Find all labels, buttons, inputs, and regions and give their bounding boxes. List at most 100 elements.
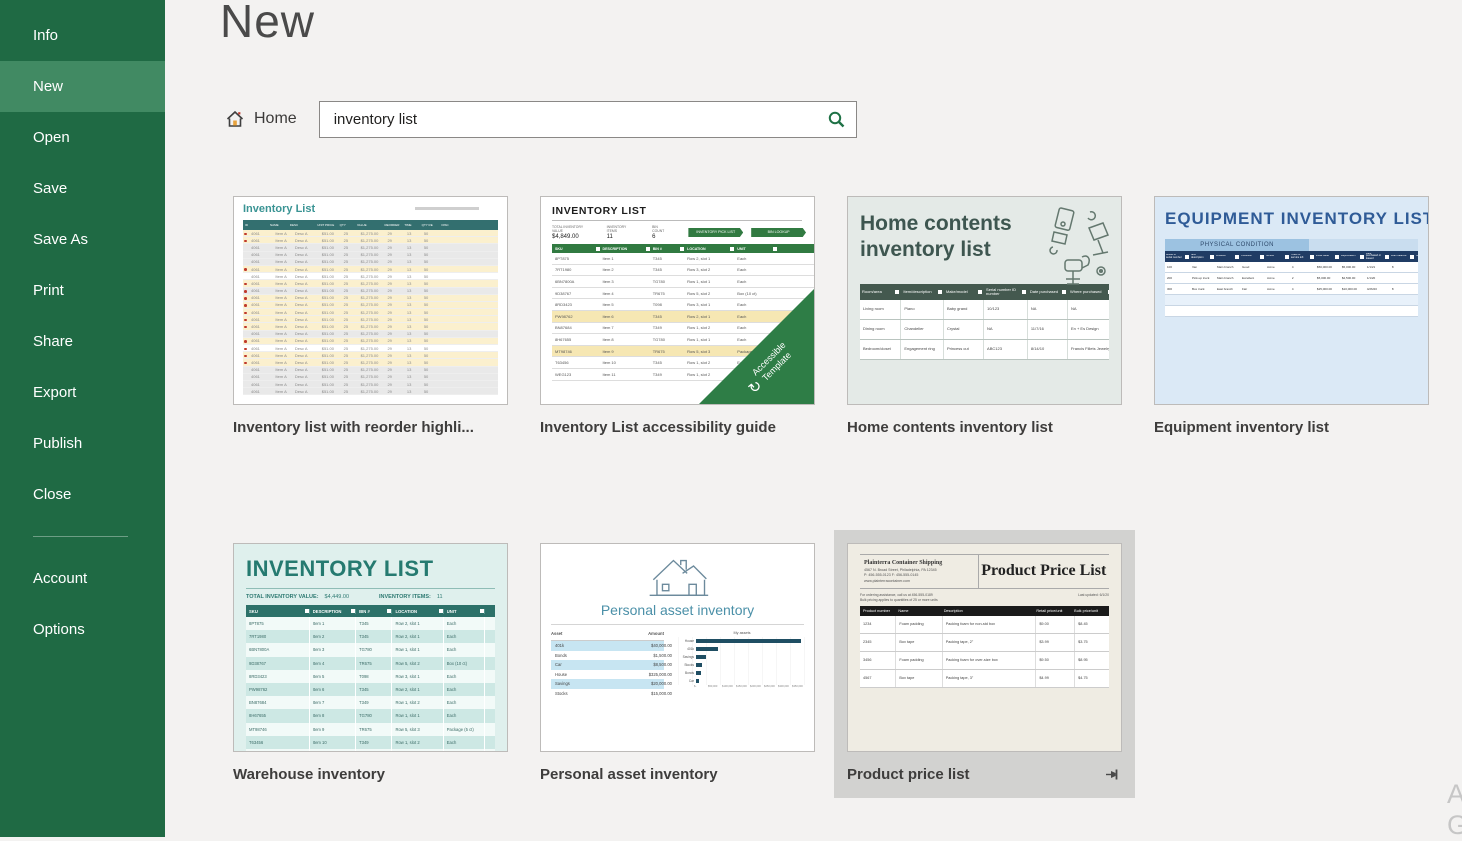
template-card-t5[interactable]: INVENTORY LISTTOTAL INVENTORY VALUE:$4,4… <box>220 530 521 798</box>
chart-bar-label: Bonds <box>678 671 696 675</box>
sidebar-item-close[interactable]: Close <box>0 469 165 520</box>
template-card-t6[interactable]: Personal asset inventoryAssetAmount401k$… <box>527 530 828 798</box>
preview-el: Desc A <box>293 353 320 358</box>
sidebar-item-save[interactable]: Save <box>0 163 165 214</box>
preview-el: 8H67655 <box>246 709 310 722</box>
preview-el: WEG123 <box>246 749 310 752</box>
preview-el: TG780 <box>650 279 684 284</box>
preview-el: Crystal <box>944 320 984 339</box>
preview-el: Each <box>444 643 485 656</box>
data-cell: 401k <box>551 643 606 648</box>
preview-el: $1,275.00 <box>359 302 386 307</box>
preview-empty-row <box>1165 295 1418 306</box>
preview-el: 25 <box>342 302 359 307</box>
preview-el: Baby grand <box>944 300 984 319</box>
preview-el: 4061 <box>249 317 273 322</box>
preview-el: $5,000.00 <box>1340 265 1365 269</box>
chart-bar <box>696 639 801 643</box>
template-caption-row: Personal asset inventory <box>540 763 815 785</box>
preview-el: Foam padding <box>896 616 942 633</box>
template-thumbnail: Home contentsinventory listRoom/areaItem… <box>847 196 1122 405</box>
axis-tick: $150,000 <box>736 685 750 688</box>
preview-stat: TOTAL INVENTORY VALUE:$4,449.00 <box>246 594 349 600</box>
magnifier-icon[interactable] <box>827 110 846 129</box>
filter-icon <box>1410 255 1414 259</box>
preview-table-row: 4061Item ADesc A$51.0025$1,275.00291350 <box>243 367 498 374</box>
chart-title: My assets <box>678 631 806 635</box>
preview-el: $1,275.00 <box>359 274 386 279</box>
reorder-dot <box>244 268 247 271</box>
preview-el: 29 <box>385 389 404 394</box>
preview-el: Item A <box>273 288 292 293</box>
chart-bar-label: Savings <box>678 655 696 659</box>
preview-table-row: 8RD3423Item 5T098Row 3, slot 1Each <box>246 670 495 683</box>
sidebar-item-info[interactable]: Info <box>0 10 165 61</box>
preview-el: Each <box>444 696 485 709</box>
preview-el: TR675 <box>356 657 392 670</box>
preview-el: $1,275.00 <box>359 367 386 372</box>
preview-el: $51.00 <box>320 288 342 293</box>
preview-stat: INVENTORY ITEMS11 <box>607 225 631 240</box>
preview-el: TIME <box>402 223 419 227</box>
preview-el: 50 <box>422 382 441 387</box>
preview-el: 2345 <box>860 634 896 651</box>
sidebar-item-share[interactable]: Share <box>0 316 165 367</box>
preview-el: Desc A <box>293 281 320 286</box>
preview-el: 25 <box>342 338 359 343</box>
preview-el: $51.00 <box>320 374 342 379</box>
preview-el: 29 <box>385 331 404 336</box>
stat-label: BIN COUNT <box>652 225 666 233</box>
search-box <box>319 101 857 138</box>
preview-el: $51.00 <box>320 346 342 351</box>
reorder-dot <box>244 348 247 351</box>
preview-el: 1234 <box>860 616 896 633</box>
template-thumbnail: INVENTORY LISTTOTAL INVENTORY VALUE:$4,4… <box>233 543 508 752</box>
preview-el: 50 <box>422 324 441 329</box>
household-doodle-icons <box>997 205 1115 313</box>
preview-el: 29 <box>385 353 404 358</box>
preview-el: Desc A <box>293 252 320 257</box>
template-caption: Home contents inventory list <box>847 419 1053 436</box>
template-card-t3[interactable]: Home contentsinventory listRoom/areaItem… <box>834 183 1135 451</box>
preview-el: 4061 <box>249 389 273 394</box>
breadcrumb-home[interactable]: Home <box>225 109 297 129</box>
preview-el: Each <box>734 256 776 261</box>
preview-el: Each <box>444 617 485 630</box>
sidebar-item-save-as[interactable]: Save As <box>0 214 165 265</box>
sidebar-item-publish[interactable]: Publish <box>0 418 165 469</box>
preview-el: 25 <box>342 252 359 257</box>
note-left: For ordering assistance, call us at 456-… <box>860 593 938 603</box>
preview-el: Desc A <box>293 317 320 322</box>
preview-el: Room/area <box>860 290 901 294</box>
preview-el: Item A <box>273 252 292 257</box>
preview-el: 13 <box>405 324 422 329</box>
sidebar-item-print[interactable]: Print <box>0 265 165 316</box>
preview-el: Each <box>734 267 776 272</box>
reorder-dot <box>244 290 247 293</box>
template-caption: Equipment inventory list <box>1154 419 1329 436</box>
preview-table-row: Car$8,500.00 <box>551 660 664 670</box>
sidebar-item-open[interactable]: Open <box>0 112 165 163</box>
backstage-sidebar: InfoNewOpenSaveSave AsPrintShareExportPu… <box>0 0 165 837</box>
preview-el: Item 11 <box>310 749 356 752</box>
preview-el: Item 2 <box>310 630 356 643</box>
chart-bar-row: Stocks <box>678 661 806 669</box>
reorder-dot <box>244 233 247 236</box>
preview-el: SKU <box>552 247 600 251</box>
preview-el: Desc A <box>293 338 320 343</box>
preview-el: 4061 <box>249 367 273 372</box>
sidebar-item-options[interactable]: Options <box>0 604 165 655</box>
template-card-t2[interactable]: INVENTORY LISTTOTAL INVENTORY VALUE$4,84… <box>527 183 828 451</box>
preview-el: 7RT1980 <box>552 267 600 272</box>
sidebar-item-account[interactable]: Account <box>0 553 165 604</box>
preview-el: MT98746 <box>552 349 600 354</box>
chart-bar-row: Car <box>678 677 806 685</box>
chart-bar-row: 401k <box>678 645 806 653</box>
template-card-t7[interactable]: Plainterra Container Shipping4567 N. Bro… <box>834 530 1135 798</box>
template-card-t1[interactable]: Inventory ListIDNAMEDESCUNIT PRICEQTYVAL… <box>220 183 521 451</box>
pin-icon[interactable] <box>1105 766 1122 783</box>
search-input[interactable] <box>332 110 827 129</box>
sidebar-item-new[interactable]: New <box>0 61 165 112</box>
sidebar-item-export[interactable]: Export <box>0 367 165 418</box>
template-card-t4[interactable]: EQUIPMENT INVENTORY LISTPHYSICAL CONDITI… <box>1141 183 1442 451</box>
